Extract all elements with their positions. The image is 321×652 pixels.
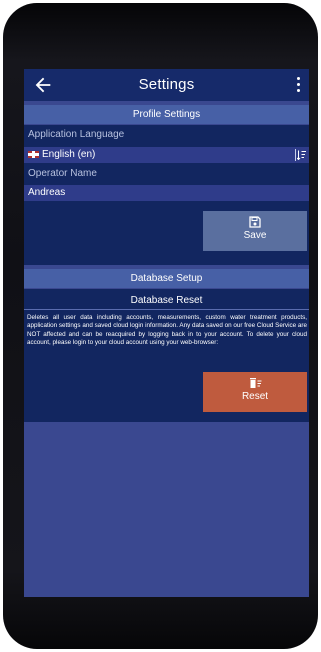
database-reset-title: Database Reset <box>130 295 203 306</box>
reset-label: Reset <box>241 391 269 402</box>
operator-name-field[interactable]: Andreas <box>24 185 309 201</box>
sort-icon <box>297 150 306 160</box>
save-label: Save <box>243 230 267 241</box>
more-vert-icon[interactable] <box>295 77 301 93</box>
settings-screen: Settings Profile Settings Application La… <box>24 69 309 597</box>
reset-description: Deletes all user data including accounts… <box>27 314 307 347</box>
operator-label: Operator Name <box>28 168 97 179</box>
language-label: Application Language <box>28 129 125 140</box>
reset-button[interactable]: Reset <box>203 372 307 412</box>
app-bar: Settings <box>24 69 309 101</box>
operator-name-value: Andreas <box>28 187 66 198</box>
delete-icon <box>249 378 261 388</box>
divider <box>24 309 309 310</box>
phone-frame: Settings Profile Settings Application La… <box>3 3 318 649</box>
save-icon <box>249 216 261 228</box>
language-value-wrap: English (en) <box>28 147 95 163</box>
language-dropdown[interactable]: English (en) <box>24 147 309 163</box>
dropdown-divider <box>295 149 296 161</box>
language-value: English (en) <box>42 149 96 160</box>
database-setup-header: Database Setup <box>24 269 309 288</box>
save-button[interactable]: Save <box>203 211 307 251</box>
uk-flag-icon <box>28 151 39 158</box>
profile-settings-header: Profile Settings <box>24 105 309 124</box>
page-title: Settings <box>138 76 195 93</box>
